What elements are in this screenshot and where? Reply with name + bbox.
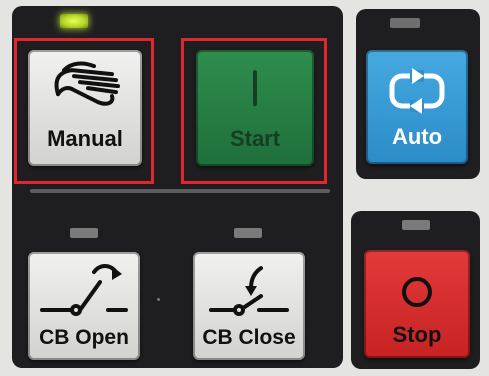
panel-divider	[30, 189, 330, 193]
auto-label: Auto	[391, 124, 443, 149]
cb-open-led	[70, 228, 98, 238]
stop-led	[402, 220, 430, 230]
breaker-close-icon	[193, 252, 305, 321]
auto-button[interactable]: Auto	[366, 50, 468, 164]
start-highlight-frame	[181, 38, 327, 184]
cb-open-button[interactable]: CB Open	[28, 252, 140, 360]
breaker-open-icon	[28, 252, 140, 321]
status-led-top	[390, 18, 420, 28]
cb-close-label: CB Close	[202, 326, 296, 349]
panel-dot	[157, 298, 160, 301]
status-led-lit	[60, 14, 88, 28]
manual-highlight-frame	[14, 38, 154, 184]
cb-open-label: CB Open	[39, 326, 129, 349]
cb-close-button[interactable]: CB Close	[193, 252, 305, 360]
cb-close-led	[234, 228, 262, 238]
stop-label: Stop	[392, 322, 442, 347]
stop-circle-icon	[364, 250, 470, 319]
stop-button[interactable]: Stop	[364, 250, 470, 358]
cycle-arrows-icon	[366, 50, 468, 123]
